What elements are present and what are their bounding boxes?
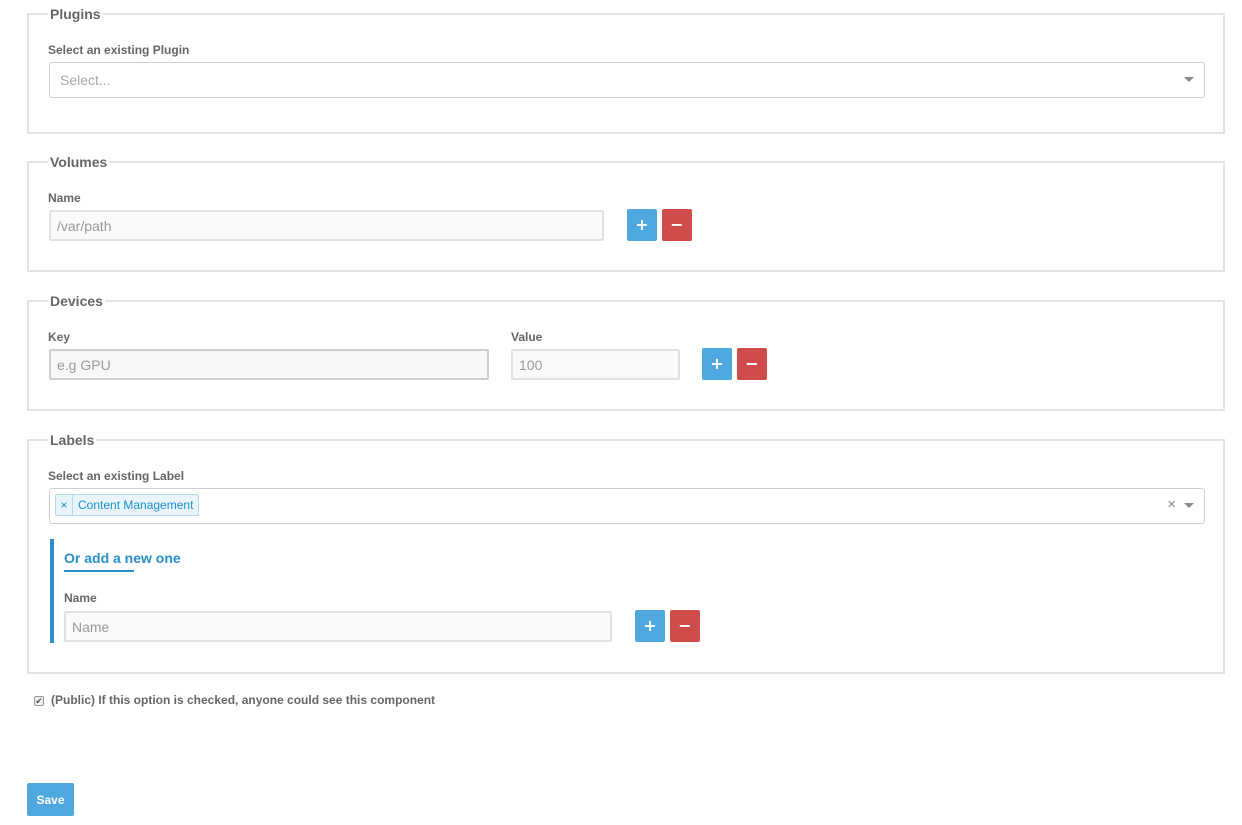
add-volume-button[interactable]: + [627, 209, 657, 241]
remove-device-button[interactable]: − [737, 348, 767, 380]
public-checkbox[interactable]: ✔ [34, 696, 44, 706]
remove-volume-button[interactable]: − [662, 209, 692, 241]
labels-legend: Labels [48, 432, 97, 448]
plus-icon: + [710, 354, 724, 373]
volumes-legend: Volumes [48, 154, 110, 170]
checkmark-icon: ✔ [35, 696, 43, 706]
chevron-down-icon[interactable] [1184, 77, 1194, 82]
plus-icon: + [643, 616, 657, 635]
tag-label: Content Management [78, 498, 194, 512]
label-select-label: Select an existing Label [48, 469, 185, 483]
minus-icon: − [678, 616, 692, 635]
tag-remove-icon[interactable]: × [56, 495, 73, 515]
device-value-input[interactable] [511, 349, 680, 380]
minus-icon: − [670, 215, 684, 234]
clear-icon[interactable]: × [1167, 496, 1176, 513]
plugin-select[interactable]: Select... [49, 62, 1205, 98]
new-label-title: Or add a new one [64, 550, 181, 566]
device-value-label: Value [511, 330, 543, 344]
save-button[interactable]: Save [27, 783, 74, 816]
plugin-select-placeholder: Select... [60, 72, 111, 88]
new-label-name-label: Name [64, 591, 97, 605]
device-key-input[interactable] [49, 349, 489, 380]
volume-name-input[interactable] [49, 210, 604, 241]
selected-tag: × Content Management [55, 494, 200, 516]
plugin-select-label: Select an existing Plugin [48, 43, 190, 57]
new-label-title-underline [64, 570, 134, 572]
add-device-button[interactable]: + [702, 348, 732, 380]
chevron-down-icon[interactable] [1184, 503, 1194, 508]
plugins-fieldset: Plugins Select an existing Plugin Select… [27, 6, 1225, 134]
new-label-name-input[interactable] [64, 611, 612, 642]
device-key-label: Key [48, 330, 71, 344]
remove-label-button[interactable]: − [670, 610, 700, 642]
public-checkbox-label: (Public) If this option is checked, anyo… [51, 693, 436, 707]
devices-fieldset: Devices Key Value + − [27, 293, 1225, 411]
label-multiselect[interactable]: × Content Management × [49, 488, 1205, 524]
volumes-fieldset: Volumes Name + − [27, 154, 1225, 272]
devices-legend: Devices [48, 293, 105, 309]
new-label-section: Or add a new one Name + − [50, 539, 700, 643]
plus-icon: + [635, 215, 649, 234]
add-label-button[interactable]: + [635, 610, 665, 642]
volume-name-label: Name [48, 191, 81, 205]
labels-fieldset: Labels Select an existing Label × Conten… [27, 432, 1225, 674]
minus-icon: − [745, 354, 759, 373]
plugins-legend: Plugins [48, 6, 103, 22]
